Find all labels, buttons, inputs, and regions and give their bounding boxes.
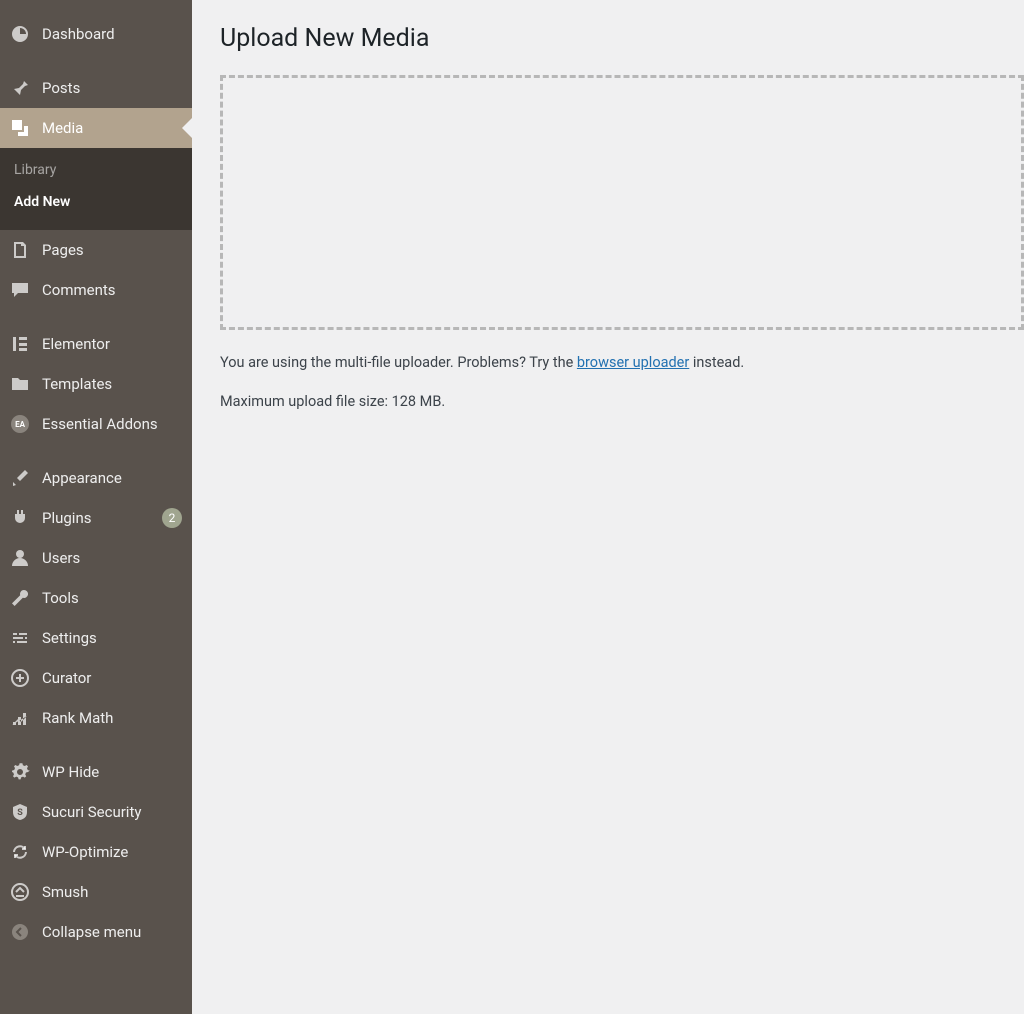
- sidebar-item-label: Posts: [42, 79, 182, 97]
- uploader-hint: You are using the multi-file uploader. P…: [220, 354, 1024, 371]
- sidebar-item-label: WP Hide: [42, 763, 182, 781]
- refresh-icon: [10, 842, 30, 862]
- sidebar-item-settings[interactable]: Settings: [0, 618, 192, 658]
- sidebar-item-label: Dashboard: [42, 25, 182, 43]
- hint-text: You are using the multi-file uploader. P…: [220, 354, 577, 371]
- sidebar-item-label: Media: [42, 119, 182, 137]
- svg-text:EA: EA: [15, 420, 26, 429]
- sidebar-item-collapse[interactable]: Collapse menu: [0, 912, 192, 952]
- max-upload-size: Maximum upload file size: 128 MB.: [220, 393, 1024, 410]
- pages-icon: [10, 240, 30, 260]
- media-icon: [10, 118, 30, 138]
- plug-icon: [10, 508, 30, 528]
- sidebar-item-rank-math[interactable]: Rank Math: [0, 698, 192, 738]
- hint-text-suffix: instead.: [689, 354, 744, 371]
- sidebar-item-appearance[interactable]: Appearance: [0, 458, 192, 498]
- sidebar-item-label: Rank Math: [42, 709, 182, 727]
- sidebar-item-label: Users: [42, 549, 182, 567]
- shield-icon: S: [10, 802, 30, 822]
- submenu-item-add-new[interactable]: Add New: [0, 186, 192, 218]
- sidebar-item-smush[interactable]: Smush: [0, 872, 192, 912]
- elementor-icon: [10, 334, 30, 354]
- browser-uploader-link[interactable]: browser uploader: [577, 354, 689, 371]
- circle-plus-icon: [10, 668, 30, 688]
- sidebar-item-label: Collapse menu: [42, 923, 182, 941]
- sliders-icon: [10, 628, 30, 648]
- sidebar-item-label: Elementor: [42, 335, 182, 353]
- sidebar-item-wp-optimize[interactable]: WP-Optimize: [0, 832, 192, 872]
- sidebar-item-label: Settings: [42, 629, 182, 647]
- sidebar-item-label: Sucuri Security: [42, 803, 182, 821]
- sidebar-item-users[interactable]: Users: [0, 538, 192, 578]
- wrench-icon: [10, 588, 30, 608]
- smush-icon: [10, 882, 30, 902]
- sidebar-item-label: Smush: [42, 883, 182, 901]
- sidebar-item-dashboard[interactable]: Dashboard: [0, 14, 192, 54]
- comments-icon: [10, 280, 30, 300]
- sidebar-item-label: Tools: [42, 589, 182, 607]
- brush-icon: [10, 468, 30, 488]
- sidebar-item-label: Plugins: [42, 509, 154, 527]
- collapse-icon: [10, 922, 30, 942]
- upload-dropzone[interactable]: [220, 75, 1024, 330]
- sidebar-item-label: Pages: [42, 241, 182, 259]
- sidebar-item-wp-hide[interactable]: WP Hide: [0, 752, 192, 792]
- sidebar-item-label: Curator: [42, 669, 182, 687]
- sidebar-item-label: WP-Optimize: [42, 843, 182, 861]
- sidebar-item-comments[interactable]: Comments: [0, 270, 192, 310]
- sidebar-item-sucuri[interactable]: S Sucuri Security: [0, 792, 192, 832]
- media-submenu: Library Add New: [0, 148, 192, 230]
- user-icon: [10, 548, 30, 568]
- chart-icon: [10, 708, 30, 728]
- folder-icon: [10, 374, 30, 394]
- sidebar-item-media[interactable]: Media: [0, 108, 192, 148]
- submenu-item-library[interactable]: Library: [0, 154, 192, 186]
- admin-sidebar: Dashboard Posts Media Library Add New Pa…: [0, 0, 192, 1014]
- sidebar-item-label: Templates: [42, 375, 182, 393]
- page-title: Upload New Media: [220, 24, 1024, 53]
- dashboard-icon: [10, 24, 30, 44]
- ea-icon: EA: [10, 414, 30, 434]
- sidebar-item-label: Appearance: [42, 469, 182, 487]
- sidebar-item-label: Essential Addons: [42, 415, 182, 433]
- sidebar-item-tools[interactable]: Tools: [0, 578, 192, 618]
- gear-icon: [10, 762, 30, 782]
- sidebar-item-pages[interactable]: Pages: [0, 230, 192, 270]
- pin-icon: [10, 78, 30, 98]
- sidebar-item-essential-addons[interactable]: EA Essential Addons: [0, 404, 192, 444]
- sidebar-item-templates[interactable]: Templates: [0, 364, 192, 404]
- sidebar-item-posts[interactable]: Posts: [0, 68, 192, 108]
- sidebar-item-elementor[interactable]: Elementor: [0, 324, 192, 364]
- svg-text:S: S: [17, 808, 23, 818]
- main-content: Upload New Media You are using the multi…: [192, 0, 1024, 1014]
- sidebar-item-label: Comments: [42, 281, 182, 299]
- sidebar-item-curator[interactable]: Curator: [0, 658, 192, 698]
- sidebar-item-plugins[interactable]: Plugins 2: [0, 498, 192, 538]
- plugins-update-badge: 2: [162, 508, 182, 528]
